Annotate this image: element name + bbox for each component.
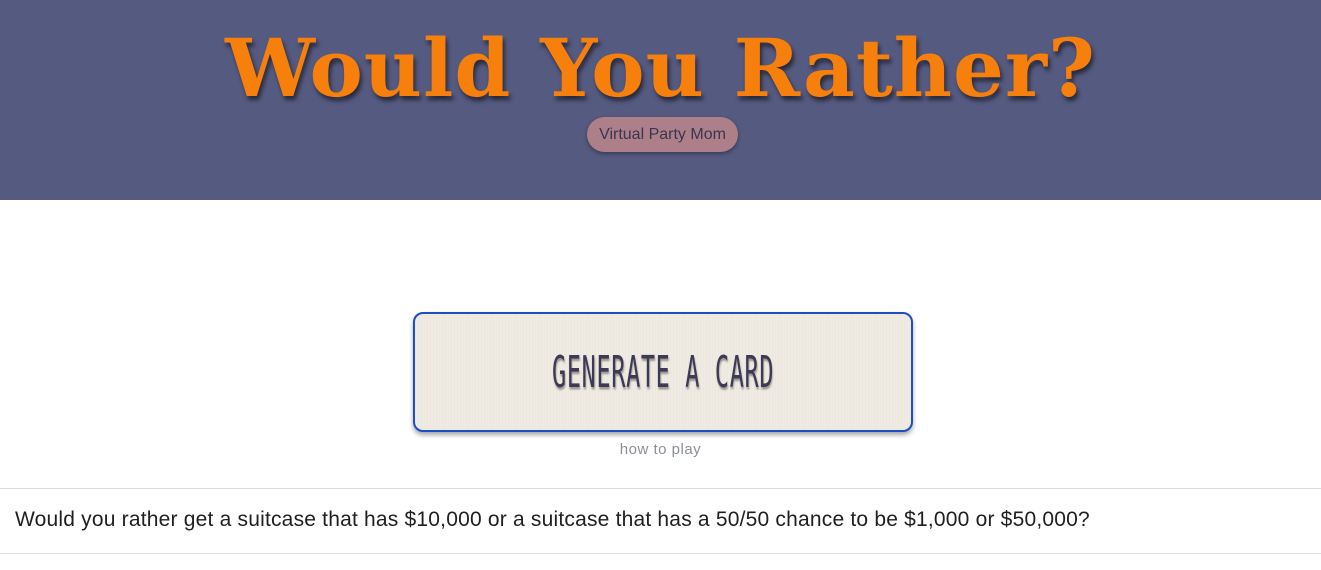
- generate-card-button[interactable]: Generate a Card: [413, 312, 913, 432]
- how-to-play-link[interactable]: how to play: [0, 441, 1321, 458]
- page-title: Would You Rather?: [225, 21, 1096, 115]
- virtual-party-mom-link[interactable]: Virtual Party Mom: [587, 117, 738, 152]
- header-banner: Would You Rather? Virtual Party Mom: [0, 0, 1321, 200]
- question-card: Would you rather get a suitcase that has…: [0, 488, 1321, 554]
- question-text: Would you rather get a suitcase that has…: [15, 508, 1090, 531]
- generate-card-button-label: Generate a Card: [551, 346, 775, 398]
